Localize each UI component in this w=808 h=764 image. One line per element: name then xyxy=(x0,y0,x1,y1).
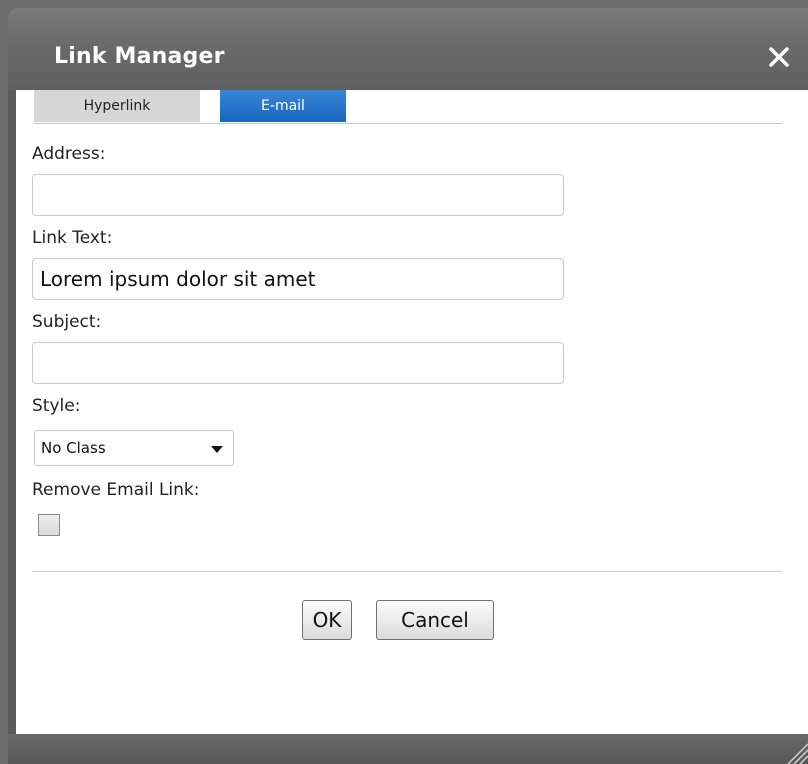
tab-hyperlink[interactable]: Hyperlink xyxy=(34,90,200,122)
dialog-content: Hyperlink E-mail Address: Link Text: Sub… xyxy=(16,90,808,734)
subject-label: Subject: xyxy=(32,312,102,332)
address-label: Address: xyxy=(32,144,106,164)
dialog-titlebar[interactable]: Link Manager xyxy=(8,8,808,90)
remove-email-link-checkbox[interactable] xyxy=(38,514,60,536)
footer-divider xyxy=(32,571,782,572)
resize-grip-icon[interactable] xyxy=(782,738,808,764)
ok-button[interactable]: OK xyxy=(302,600,352,640)
close-icon[interactable] xyxy=(764,42,794,72)
style-select-value: No Class xyxy=(41,439,106,457)
address-input[interactable] xyxy=(32,174,564,216)
chevron-down-icon xyxy=(211,446,223,453)
style-label: Style: xyxy=(32,396,81,416)
tab-divider xyxy=(34,123,782,124)
style-select[interactable]: No Class xyxy=(34,430,234,466)
tab-email[interactable]: E-mail xyxy=(220,90,346,122)
cancel-button[interactable]: Cancel xyxy=(376,600,494,640)
remove-email-link-label: Remove Email Link: xyxy=(32,480,200,500)
link-text-label: Link Text: xyxy=(32,228,113,248)
dialog-title: Link Manager xyxy=(54,44,225,69)
dialog-statusbar xyxy=(8,734,808,764)
link-text-input[interactable] xyxy=(32,258,564,300)
subject-input[interactable] xyxy=(32,342,564,384)
